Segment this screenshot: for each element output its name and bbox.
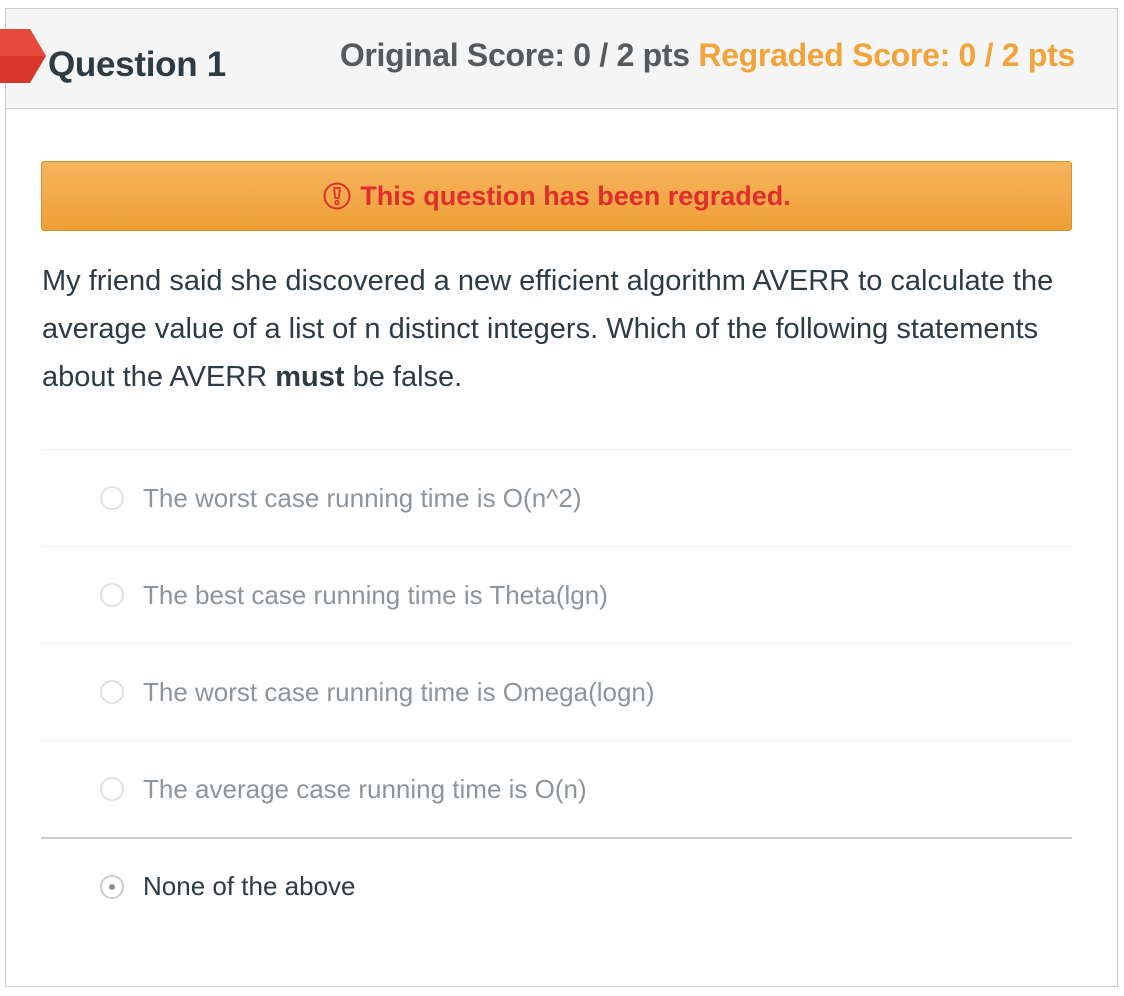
radio-button[interactable] [100, 680, 124, 704]
radio-button[interactable] [100, 777, 124, 801]
answer-list: The worst case running time is O(n^2) Th… [41, 449, 1072, 934]
answer-label: None of the above [143, 871, 356, 901]
question-text: My friend said she discovered a new effi… [42, 257, 1082, 401]
radio-button[interactable] [100, 486, 124, 510]
answer-label: The best case running time is Theta(lgn) [143, 579, 608, 610]
question-text-part1: My friend said she discovered a new effi… [42, 265, 1054, 393]
score-line: Original Score: 0 / 2 pts Regraded Score… [340, 37, 1075, 74]
question-text-emphasis: must [275, 361, 345, 393]
answer-option[interactable]: The worst case running time is O(n^2) [41, 449, 1072, 546]
question-flag-icon [0, 29, 46, 83]
answer-label: The worst case running time is O(n^2) [143, 482, 582, 513]
answer-label: The worst case running time is Omega(log… [143, 676, 655, 707]
answer-label: The average case running time is O(n) [143, 773, 587, 804]
radio-button[interactable] [100, 583, 124, 607]
original-score: Original Score: 0 / 2 pts [339, 37, 690, 73]
regrade-banner-text: This question has been regraded. [360, 180, 791, 211]
answer-option[interactable]: The best case running time is Theta(lgn) [41, 546, 1072, 643]
answer-option-selected[interactable]: None of the above [41, 837, 1072, 934]
question-header: Question 1 Original Score: 0 / 2 pts Reg… [0, 9, 1117, 109]
regrade-banner: This question has been regraded. [41, 161, 1072, 231]
answer-option[interactable]: The worst case running time is Omega(log… [41, 643, 1072, 740]
warning-icon [323, 182, 351, 210]
regraded-score: Regraded Score: 0 / 2 pts [698, 37, 1075, 73]
question-text-part2: be false. [344, 361, 463, 393]
question-title: Question 1 [48, 45, 226, 84]
radio-button-selected[interactable] [100, 874, 124, 899]
answer-option[interactable]: The average case running time is O(n) [41, 740, 1072, 837]
